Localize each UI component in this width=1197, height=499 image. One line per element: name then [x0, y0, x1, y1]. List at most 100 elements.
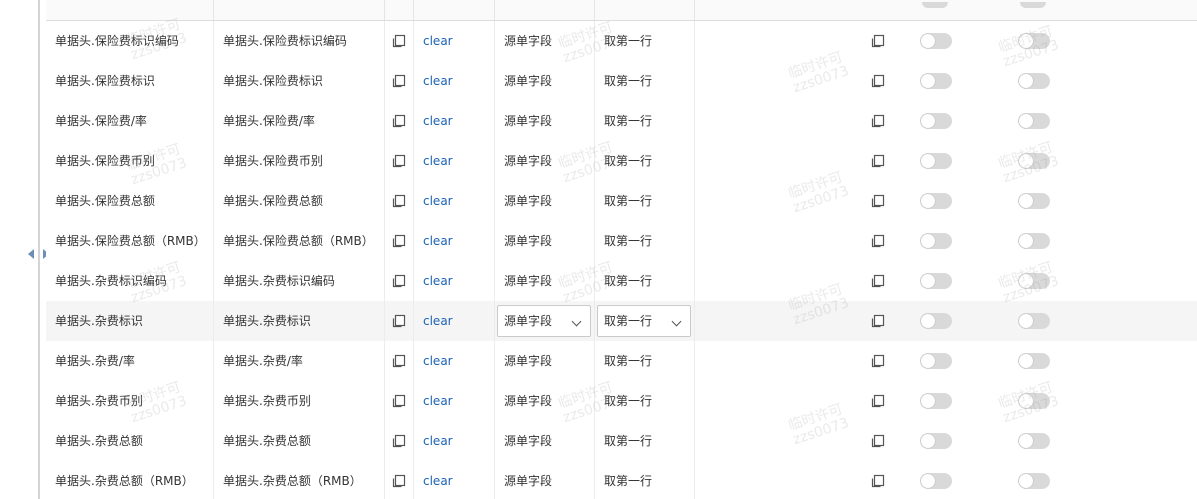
toggle-switch[interactable] — [920, 113, 952, 129]
clear-link[interactable]: clear — [423, 461, 453, 499]
copy-icon[interactable] — [871, 234, 885, 248]
toggle-switch[interactable] — [1018, 433, 1050, 449]
table-row[interactable]: 单据头.保险费总额 单据头.保险费总额 clear 源单字段 取第一行 — [46, 181, 1197, 222]
target-field-cell[interactable]: 单据头.杂费币别 — [223, 381, 311, 421]
toggle-switch[interactable] — [920, 153, 952, 169]
source-field-cell[interactable]: 单据头.保险费总额 — [55, 181, 155, 221]
toggle-switch[interactable] — [920, 433, 952, 449]
copy-icon[interactable] — [871, 434, 885, 448]
clear-link[interactable]: clear — [423, 61, 453, 101]
rule-cell[interactable]: 取第一行 — [604, 101, 652, 141]
copy-icon[interactable] — [871, 314, 885, 328]
toggle-switch[interactable] — [1018, 113, 1050, 129]
copy-icon[interactable] — [871, 154, 885, 168]
type-select[interactable]: 源单字段 — [497, 305, 591, 337]
source-field-cell[interactable]: 单据头.杂费总额（RMB） — [55, 461, 194, 499]
type-cell[interactable]: 源单字段 — [504, 181, 552, 221]
copy-icon[interactable] — [392, 34, 406, 48]
rule-cell[interactable]: 取第一行 — [604, 181, 652, 221]
toggle-switch[interactable] — [920, 193, 952, 209]
toggle-switch[interactable] — [1018, 273, 1050, 289]
type-cell[interactable]: 源单字段 — [504, 341, 552, 381]
source-field-cell[interactable]: 单据头.保险费标识 — [55, 61, 155, 101]
source-field-cell[interactable]: 单据头.杂费/率 — [55, 341, 135, 381]
rule-cell[interactable]: 取第一行 — [604, 21, 652, 61]
source-field-cell[interactable]: 单据头.保险费币别 — [55, 141, 155, 181]
rule-cell[interactable]: 取第一行 — [604, 461, 652, 499]
toggle-switch[interactable] — [1018, 73, 1050, 89]
clear-link[interactable]: clear — [423, 101, 453, 141]
copy-icon[interactable] — [392, 154, 406, 168]
type-cell[interactable]: 源单字段 — [504, 141, 552, 181]
target-field-cell[interactable]: 单据头.保险费币别 — [223, 141, 323, 181]
copy-icon[interactable] — [871, 34, 885, 48]
toggle-switch[interactable] — [1018, 193, 1050, 209]
table-row[interactable]: 单据头.保险费币别 单据头.保险费币别 clear 源单字段 取第一行 — [46, 141, 1197, 182]
copy-icon[interactable] — [392, 434, 406, 448]
copy-icon[interactable] — [392, 394, 406, 408]
table-row[interactable]: 单据头.保险费标识编码 单据头.保险费标识编码 clear 源单字段 取第一行 — [46, 21, 1197, 62]
clear-link[interactable]: clear — [423, 341, 453, 381]
target-field-cell[interactable]: 单据头.保险费标识 — [223, 61, 323, 101]
source-field-cell[interactable]: 单据头.杂费币别 — [55, 381, 143, 421]
toggle-switch[interactable] — [920, 393, 952, 409]
copy-icon[interactable] — [392, 194, 406, 208]
source-field-cell[interactable]: 单据头.杂费标识 — [55, 301, 143, 341]
toggle-switch[interactable] — [920, 233, 952, 249]
toggle-switch[interactable] — [1018, 473, 1050, 489]
clear-link[interactable]: clear — [423, 381, 453, 421]
rule-cell[interactable]: 取第一行 — [604, 61, 652, 101]
copy-icon[interactable] — [392, 314, 406, 328]
toggle-switch[interactable] — [920, 313, 952, 329]
rule-cell[interactable]: 取第一行 — [604, 381, 652, 421]
table-row[interactable]: 单据头.杂费总额（RMB） 单据头.杂费总额（RMB） clear 源单字段 取第一行 — [46, 461, 1197, 499]
rule-cell[interactable]: 取第一行 — [604, 261, 652, 301]
clear-link[interactable]: clear — [423, 301, 453, 341]
triangle-left-icon[interactable] — [28, 249, 34, 259]
copy-icon[interactable] — [392, 114, 406, 128]
type-cell[interactable]: 源单字段 — [504, 421, 552, 461]
copy-icon[interactable] — [392, 274, 406, 288]
clear-link[interactable]: clear — [423, 221, 453, 261]
source-field-cell[interactable]: 单据头.杂费总额 — [55, 421, 143, 461]
target-field-cell[interactable]: 单据头.杂费标识 — [223, 301, 311, 341]
copy-icon[interactable] — [871, 354, 885, 368]
source-field-cell[interactable]: 单据头.保险费标识编码 — [55, 21, 179, 61]
rule-select[interactable]: 取第一行 — [597, 305, 691, 337]
toggle-switch[interactable] — [1018, 153, 1050, 169]
toggle-switch[interactable] — [1018, 353, 1050, 369]
table-row[interactable]: 单据头.杂费标识 单据头.杂费标识 clear 源单字段 取第一行 — [46, 301, 1197, 342]
clear-link[interactable]: clear — [423, 261, 453, 301]
type-cell[interactable]: 源单字段 — [504, 21, 552, 61]
target-field-cell[interactable]: 单据头.杂费标识编码 — [223, 261, 335, 301]
table-row[interactable]: 单据头.保险费标识 单据头.保险费标识 clear 源单字段 取第一行 — [46, 61, 1197, 102]
table-row[interactable]: 单据头.保险费总额（RMB） 单据头.保险费总额（RMB） clear 源单字段 取第一… — [46, 221, 1197, 262]
copy-icon[interactable] — [871, 274, 885, 288]
type-cell[interactable]: 源单字段 — [504, 381, 552, 421]
source-field-cell[interactable]: 单据头.保险费总额（RMB） — [55, 221, 206, 261]
target-field-cell[interactable]: 单据头.杂费总额 — [223, 421, 311, 461]
copy-icon[interactable] — [871, 74, 885, 88]
copy-icon[interactable] — [871, 194, 885, 208]
toggle-switch[interactable] — [920, 353, 952, 369]
target-field-cell[interactable]: 单据头.杂费总额（RMB） — [223, 461, 362, 499]
type-cell[interactable]: 源单字段 — [504, 461, 552, 499]
toggle-switch[interactable] — [920, 273, 952, 289]
table-row[interactable]: 单据头.保险费/率 单据头.保险费/率 clear 源单字段 取第一行 — [46, 101, 1197, 142]
target-field-cell[interactable]: 单据头.保险费/率 — [223, 101, 315, 141]
rule-cell[interactable]: 取第一行 — [604, 421, 652, 461]
clear-link[interactable]: clear — [423, 421, 453, 461]
copy-icon[interactable] — [392, 74, 406, 88]
clear-link[interactable]: clear — [423, 21, 453, 61]
target-field-cell[interactable]: 单据头.保险费总额 — [223, 181, 323, 221]
table-row[interactable]: 单据头.杂费标识编码 单据头.杂费标识编码 clear 源单字段 取第一行 — [46, 261, 1197, 302]
target-field-cell[interactable]: 单据头.保险费标识编码 — [223, 21, 347, 61]
type-cell[interactable]: 源单字段 — [504, 261, 552, 301]
target-field-cell[interactable]: 单据头.杂费/率 — [223, 341, 303, 381]
copy-icon[interactable] — [392, 474, 406, 488]
copy-icon[interactable] — [392, 234, 406, 248]
type-cell[interactable]: 源单字段 — [504, 221, 552, 261]
toggle-switch[interactable] — [1018, 33, 1050, 49]
table-row[interactable]: 单据头.杂费/率 单据头.杂费/率 clear 源单字段 取第一行 — [46, 341, 1197, 382]
copy-icon[interactable] — [871, 474, 885, 488]
